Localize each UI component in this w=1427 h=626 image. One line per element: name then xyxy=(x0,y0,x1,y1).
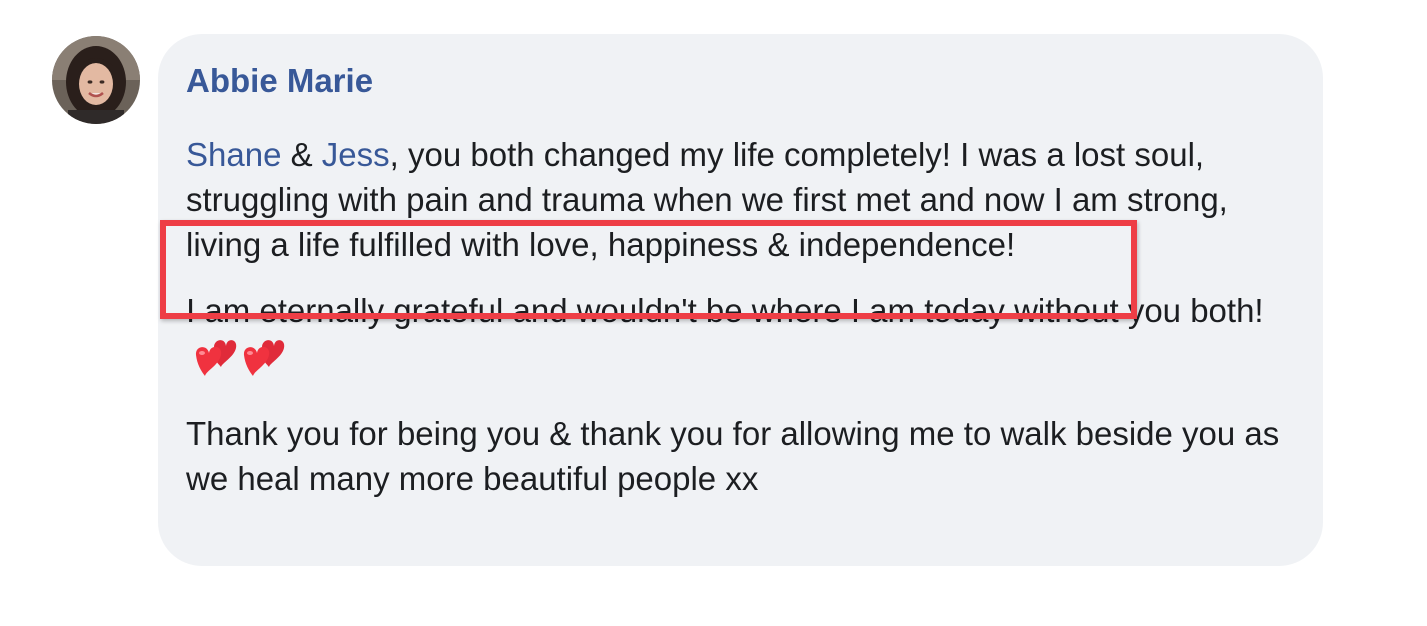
comment-paragraph-1: Shane & Jess, you both changed my life c… xyxy=(186,132,1295,267)
two-hearts-icon xyxy=(195,340,237,376)
two-hearts-icon xyxy=(243,340,285,376)
mention-shane[interactable]: Shane xyxy=(186,136,281,173)
author-avatar[interactable] xyxy=(52,36,140,124)
comment-paragraph-3: Thank you for being you & thank you for … xyxy=(186,415,1280,497)
mention-connector: & xyxy=(281,136,322,173)
paragraph-2-text: I am eternally grateful and wouldn't be … xyxy=(186,292,1264,329)
avatar-photo xyxy=(52,36,140,124)
comment-paragraph-2: I am eternally grateful and wouldn't be … xyxy=(186,288,1295,388)
author-name[interactable]: Abbie Marie xyxy=(186,64,1295,97)
mention-jess[interactable]: Jess xyxy=(322,136,390,173)
hearts-emoji-group xyxy=(192,333,288,388)
comment: Abbie Marie Shane & Jess, you both chang… xyxy=(0,0,1427,626)
comment-bubble: Abbie Marie Shane & Jess, you both chang… xyxy=(158,34,1323,566)
